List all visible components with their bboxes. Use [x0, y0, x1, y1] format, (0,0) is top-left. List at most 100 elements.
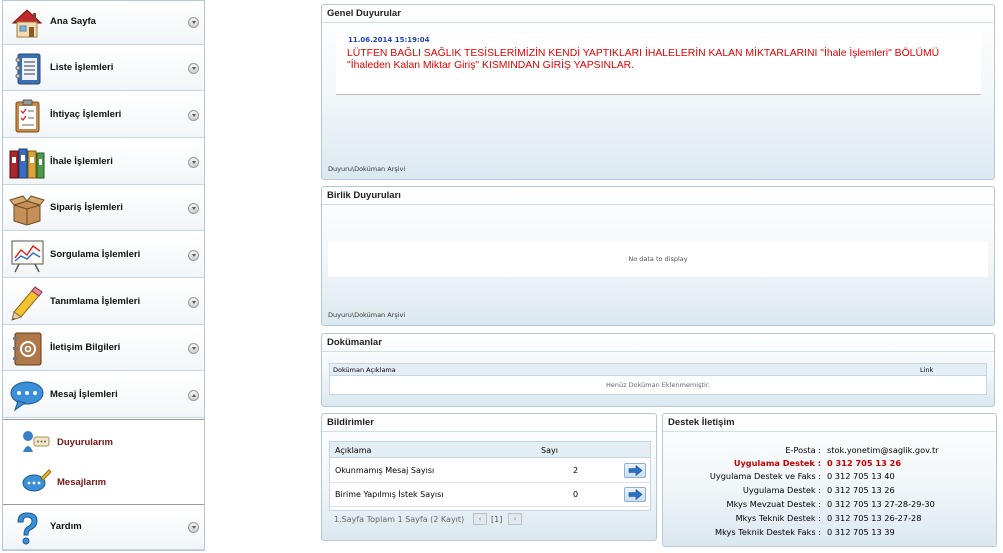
contact-row: E-Posta : stok.yonetim@saglik.gov.tr [663, 445, 998, 457]
panel-genel-duyurular: Genel Duyurular 11.06.2014 15:19:04 LÜTF… [321, 4, 995, 180]
nav-tanimlama-islemleri[interactable]: Tanımlama İşlemleri [3, 281, 204, 325]
contact-label: Mkys Mevzuat Destek : [726, 499, 821, 509]
pager-next-button[interactable]: › [508, 513, 522, 525]
announcement-item: 11.06.2014 15:19:04 LÜTFEN BAĞLI SAĞLIK … [336, 33, 981, 95]
nav-label: İletişim Bilgileri [50, 342, 121, 353]
contact-value: 0 312 705 13 26 [827, 485, 895, 495]
submenu-label: Mesajlarım [57, 477, 107, 488]
contact-value: stok.yonetim@saglik.gov.tr [827, 445, 939, 455]
nav-liste-islemleri[interactable]: Liste İşlemleri [3, 47, 204, 91]
contact-row: Uygulama Destek ve Faks : 0 312 705 13 4… [663, 471, 998, 483]
nav-label: İhale İşlemleri [50, 156, 113, 167]
panel-title: Dokümanlar [322, 334, 994, 352]
nav-sorgulama-islemleri[interactable]: Sorgulama İşlemleri [3, 234, 204, 278]
chevron-down-icon[interactable] [188, 63, 199, 74]
panel-dokumanlar: Dokümanlar Doküman Açıklama Link Henüz D… [321, 333, 995, 407]
archive-link[interactable]: Duyuru\Doküman Arşivi [328, 165, 405, 173]
pager-prev-button[interactable]: ‹ [473, 513, 487, 525]
question-mark-icon [17, 512, 38, 545]
nav-ihale-islemleri[interactable]: İhale İşlemleri [3, 141, 204, 185]
panel-title: Destek İletişim [663, 414, 996, 432]
nav-ana-sayfa[interactable]: Ana Sayfa [3, 1, 204, 45]
chevron-down-icon[interactable] [188, 250, 199, 261]
arrow-right-icon [628, 488, 643, 501]
nav-label: İhtiyaç İşlemleri [50, 109, 122, 120]
panel-title: Bildirimler [322, 414, 656, 432]
contact-value: 0 312 705 13 26-27-28 [827, 513, 922, 523]
notifications-table: Açıklama Sayı Okunmamış Mesaj Sayısı 2 B… [329, 441, 651, 511]
pager-current-page[interactable]: [1] [491, 515, 502, 524]
chevron-up-icon[interactable] [188, 390, 199, 401]
row-label: Okunmamış Mesaj Sayısı [335, 466, 435, 475]
panel-birlik-duyurulari: Birlik Duyuruları No data to display Duy… [321, 186, 995, 326]
nav-yardim[interactable]: Yardım [3, 506, 204, 550]
pager-summary: 1.Sayfa Toplam 1 Sayfa (2 Kayıt) [334, 515, 465, 524]
contact-row: Mkys Teknik Destek Faks : 0 312 705 13 3… [663, 527, 998, 539]
message-write-icon [22, 469, 51, 492]
nav-label: Tanımlama İşlemleri [50, 296, 141, 307]
table-header: Açıklama Sayı [330, 442, 650, 458]
nav-siparis-islemleri[interactable]: Sipariş İşlemleri [3, 187, 204, 231]
nav-label: Sipariş İşlemleri [50, 202, 123, 213]
chevron-left-icon: ‹ [478, 515, 482, 523]
table-row: Okunmamış Mesaj Sayısı 2 [330, 459, 650, 483]
chevron-down-icon[interactable] [188, 343, 199, 354]
table-header: Doküman Açıklama Link [329, 363, 987, 376]
go-button[interactable] [624, 463, 646, 478]
pencil-icon [11, 286, 43, 321]
row-count: 0 [573, 490, 579, 499]
chevron-down-icon[interactable] [188, 203, 199, 214]
open-box-icon [9, 195, 45, 226]
archive-link[interactable]: Duyuru\Doküman Arşivi [328, 311, 405, 319]
nav-label: Ana Sayfa [50, 16, 96, 27]
chart-board-icon [11, 240, 44, 273]
nav-ihtiyac-islemleri[interactable]: İhtiyaç İşlemleri [3, 94, 204, 138]
contact-row: Uygulama Destek : 0 312 705 13 26 [663, 458, 998, 470]
speech-bubble-icon [10, 381, 44, 412]
panel-title: Birlik Duyuruları [322, 187, 994, 205]
sidebar: Ana Sayfa Liste İşlemleri İhtiyaç İşleml… [2, 0, 205, 551]
empty-message: Henüz Doküman Eklenmemiştir. [329, 376, 987, 395]
list-notebook-icon [15, 53, 41, 85]
arrow-right-icon [628, 464, 643, 477]
submenu-item-duyurularim[interactable]: Duyurularım [21, 428, 171, 456]
submenu-item-mesajlarim[interactable]: Mesajlarım [21, 468, 171, 496]
announcement-icon [23, 431, 50, 452]
chevron-down-icon[interactable] [188, 157, 199, 168]
announcement-date: 11.06.2014 15:19:04 [348, 36, 430, 44]
submenu-label: Duyurularım [57, 437, 113, 448]
contact-label: Uygulama Destek : [742, 485, 821, 495]
nav-iletisim-bilgileri[interactable]: İletişim Bilgileri [3, 327, 204, 371]
nav-label: Liste İşlemleri [50, 62, 114, 73]
checklist-clipboard-icon [15, 99, 40, 133]
contact-row: Mkys Teknik Destek : 0 312 705 13 26-27-… [663, 513, 998, 525]
home-icon [11, 9, 43, 38]
chevron-right-icon: › [513, 515, 517, 523]
chevron-down-icon[interactable] [188, 297, 199, 308]
column-header-aciklama[interactable]: Açıklama [335, 446, 371, 455]
panel-bildirimler: Bildirimler Açıklama Sayı Okunmamış Mesa… [321, 413, 657, 541]
nav-mesaj-islemleri[interactable]: Mesaj İşlemleri [3, 374, 204, 418]
panel-title: Genel Duyurular [322, 5, 994, 23]
chevron-down-icon[interactable] [188, 110, 199, 121]
contact-label: Uygulama Destek ve Faks : [709, 471, 821, 481]
contact-value: 0 312 705 13 26 [827, 458, 902, 468]
chevron-down-icon[interactable] [188, 522, 199, 533]
nav-label: Sorgulama İşlemleri [50, 249, 141, 260]
binders-icon [9, 148, 45, 179]
panel-destek-iletisim: Destek İletişim E-Posta : stok.yonetim@s… [662, 413, 997, 547]
column-header-aciklama[interactable]: Doküman Açıklama [333, 366, 396, 374]
empty-message: No data to display [328, 241, 988, 277]
chevron-down-icon[interactable] [188, 17, 199, 28]
nav-label: Yardım [50, 521, 82, 532]
contact-label: Uygulama Destek : [733, 458, 821, 468]
contact-value: 0 312 705 13 27-28-29-30 [827, 499, 935, 509]
row-label: Birime Yapılmış İstek Sayısı [335, 490, 444, 499]
column-header-sayi[interactable]: Sayı [541, 446, 558, 455]
go-button[interactable] [624, 487, 646, 502]
contact-label: Mkys Teknik Destek Faks : [715, 527, 821, 537]
table-row: Birime Yapılmış İstek Sayısı 0 [330, 483, 650, 507]
contact-row: Mkys Mevzuat Destek : 0 312 705 13 27-28… [663, 499, 998, 511]
column-header-link[interactable]: Link [920, 366, 933, 374]
submenu-mesaj: Duyurularım Mesajlarım [3, 419, 204, 505]
